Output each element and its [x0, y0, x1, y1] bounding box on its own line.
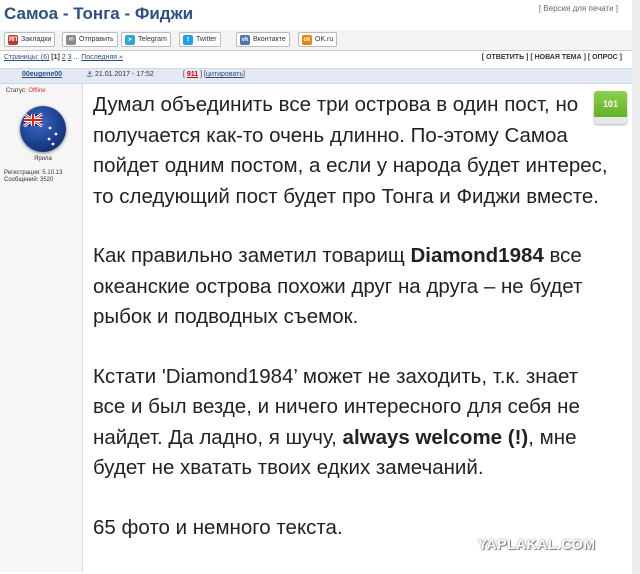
vk-label: Вконтакте — [253, 36, 286, 43]
page-header: Самоа - Тонга - Фиджи [ Версия для печат… — [0, 0, 632, 31]
page-title: Самоа - Тонга - Фиджи — [4, 4, 194, 23]
watermark: YAPLAKAL.COM — [478, 536, 596, 552]
status-label: Статус: — [6, 88, 27, 94]
post-number: [ 911 ] [цитировать] — [183, 71, 245, 78]
pages-label[interactable]: Страницы: (6) — [4, 54, 49, 61]
message-count: Сообщений: 3520 — [4, 177, 54, 183]
anchor-icon[interactable]: ⚓ — [86, 70, 93, 79]
telegram-button[interactable]: ➤ Telegram — [121, 32, 171, 47]
vk-button[interactable]: vk Вконтакте — [236, 32, 290, 47]
status: Статус: Offline — [6, 88, 46, 94]
vk-icon: vk — [240, 34, 250, 45]
page-link-3[interactable]: 3 — [68, 54, 72, 61]
author-sidebar: Статус: Offline Ярила Регистрация: 5.10.… — [0, 84, 82, 572]
quote-link[interactable]: цитировать — [206, 71, 243, 78]
avatar[interactable] — [20, 106, 66, 152]
telegram-icon: ➤ — [125, 34, 135, 45]
user-stats: Регистрация: 5.10.13 Сообщений: 3520 — [4, 170, 62, 184]
page-link-2[interactable]: 2 — [62, 54, 66, 61]
mention-bold: Diamond1984 — [410, 244, 544, 267]
mail-icon: ✉ — [66, 34, 76, 45]
post-paragraph: Кстати 'Diamond1984’ может не заходить, … — [93, 362, 613, 484]
twitter-icon: t — [183, 34, 193, 45]
welcome-bold: always welcome (!) — [342, 425, 529, 449]
post-text: Как правильно заметил товарищ — [93, 244, 411, 267]
post-body: Думал объединить все три острова в один … — [93, 90, 613, 572]
pages-ellipsis: ... — [73, 54, 80, 61]
bookmark-button[interactable]: ЯП Закладки — [4, 32, 56, 47]
telegram-label: Telegram — [138, 36, 167, 43]
twitter-label: Twitter — [196, 36, 217, 43]
send-label: Отправить — [79, 36, 114, 43]
author-link[interactable]: 00eugene00 — [22, 71, 62, 78]
post-meta-bar: 00eugene00 ⚓ 21.01.2017 - 17:52 [ 911 ] … — [0, 68, 632, 84]
ok-button[interactable]: ok OK.ru — [298, 32, 338, 47]
topic-actions[interactable]: [ ОТВЕТИТЬ ] [ НОВАЯ ТЕМА ] [ ОПРОС ] — [482, 54, 622, 61]
ok-icon: ok — [302, 34, 312, 45]
last-page-link[interactable]: Последняя » — [81, 54, 123, 61]
registration-date: Регистрация: 5.10.13 — [4, 170, 63, 176]
bookmark-icon: ЯП — [8, 34, 18, 45]
post-paragraph: Как правильно заметил товарищ Diamond198… — [93, 241, 613, 333]
post-paragraph: Думал объединить все три острова в один … — [93, 93, 608, 208]
bookmark-label: Закладки — [21, 36, 52, 43]
ok-label: OK.ru — [315, 36, 334, 43]
rating-badge[interactable]: 101 — [594, 91, 627, 124]
rating-value: 101 — [602, 99, 619, 109]
print-version-link[interactable]: [ Версия для печати ] — [539, 4, 618, 13]
user-rank: Ярила — [34, 156, 52, 162]
status-value: Offline — [28, 88, 46, 94]
post-number-link[interactable]: 911 — [187, 71, 198, 78]
send-button[interactable]: ✉ Отправить — [62, 32, 118, 47]
twitter-button[interactable]: t Twitter — [179, 32, 221, 47]
flag-avatar-icon — [23, 112, 58, 146]
pagination: Страницы: (6) [1] 2 3 ... Последняя » — [4, 54, 123, 61]
scrollbar[interactable] — [632, 0, 640, 574]
share-bar: ЯП Закладки ✉ Отправить ➤ Telegram t Twi… — [0, 30, 632, 51]
current-page: [1] — [51, 54, 60, 61]
pagination-bar: Страницы: (6) [1] 2 3 ... Последняя » [ … — [0, 52, 632, 66]
sidebar-divider — [82, 84, 83, 572]
rating-bar — [594, 117, 627, 124]
post-date: 21.01.2017 - 17:52 — [95, 71, 154, 78]
